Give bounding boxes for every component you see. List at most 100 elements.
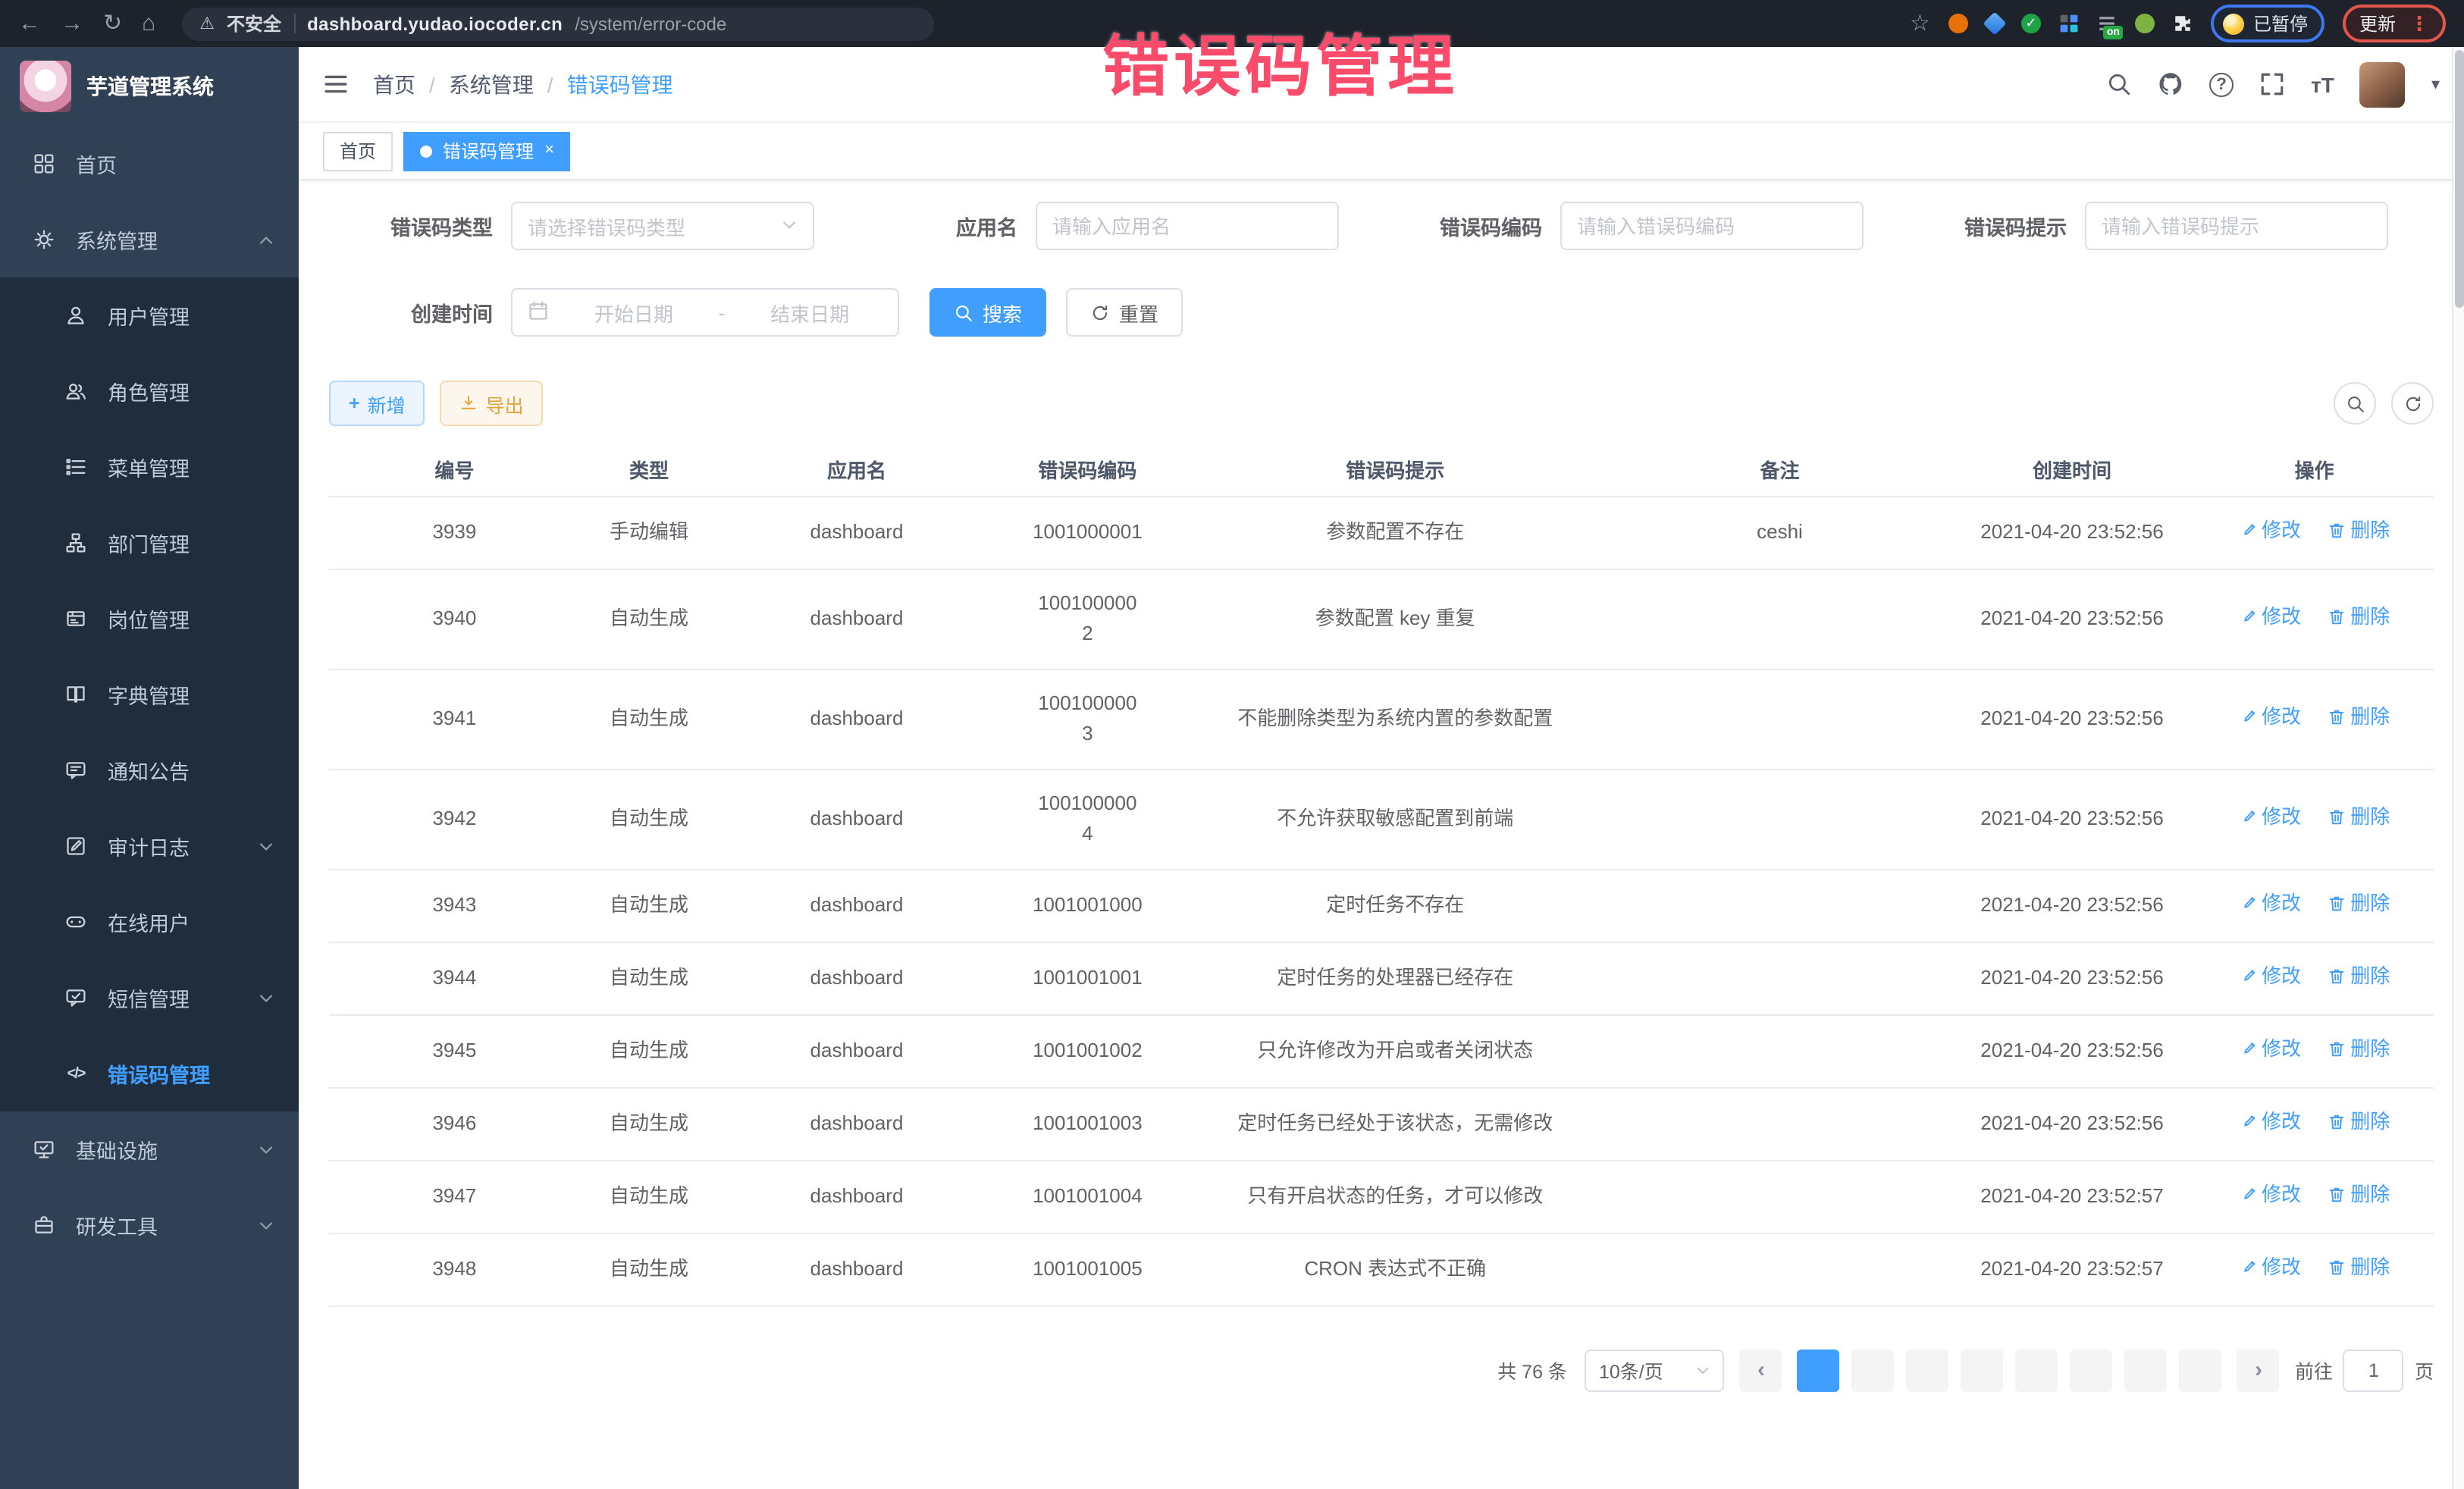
delete-link[interactable]: 删除: [2328, 702, 2390, 732]
goto-page: 前往 页: [2295, 1349, 2434, 1391]
date-range-picker[interactable]: 开始日期 - 结束日期: [511, 288, 899, 337]
export-button[interactable]: 导出: [440, 381, 544, 426]
sidebar-item-infrastructure[interactable]: 基础设施: [0, 1111, 299, 1187]
ext-check-icon: ✓: [2021, 14, 2041, 33]
page-button-more[interactable]: [2125, 1349, 2168, 1391]
col-actions: 操作: [2195, 444, 2434, 496]
browser-back-icon[interactable]: ←: [18, 12, 41, 35]
prev-page-button[interactable]: ‹: [1740, 1349, 1782, 1391]
error-code-type-select[interactable]: 请选择错误码类型: [511, 202, 814, 250]
page-button-4[interactable]: [1961, 1349, 2004, 1391]
sidebar-item-dev-tools[interactable]: 研发工具: [0, 1187, 299, 1263]
github-icon[interactable]: [2158, 71, 2183, 97]
browser-forward-icon[interactable]: →: [61, 12, 83, 35]
browser-menu-icon[interactable]: ⋮: [2409, 11, 2429, 36]
search-icon[interactable]: [2106, 71, 2132, 97]
delete-link[interactable]: 删除: [2328, 889, 2390, 919]
edit-link[interactable]: 修改: [2239, 802, 2301, 832]
help-icon[interactable]: ?: [2209, 72, 2234, 96]
page-button-8[interactable]: [2180, 1349, 2222, 1391]
sidebar-toggle-icon[interactable]: [323, 71, 349, 97]
page-button-3[interactable]: [1907, 1349, 1949, 1391]
page-button-2[interactable]: [1852, 1349, 1895, 1391]
page-button-5[interactable]: [2016, 1349, 2058, 1391]
pencil-icon: [2239, 808, 2257, 826]
delete-link[interactable]: 删除: [2328, 1252, 2390, 1283]
edit-link[interactable]: 修改: [2239, 1107, 2301, 1137]
user-avatar[interactable]: [2360, 61, 2406, 107]
edit-link[interactable]: 修改: [2239, 961, 2301, 992]
next-page-button[interactable]: ›: [2237, 1349, 2280, 1391]
delete-link[interactable]: 删除: [2328, 516, 2390, 546]
sidebar-item-menu-management[interactable]: 菜单管理: [0, 429, 299, 505]
browser-home-icon[interactable]: ⌂: [142, 12, 155, 35]
extension-icon-gem[interactable]: [1986, 15, 2003, 32]
page-scrollbar[interactable]: [2452, 47, 2464, 1489]
extension-paused-pill[interactable]: 已暂停: [2211, 5, 2324, 42]
tab-home[interactable]: 首页: [323, 131, 393, 171]
bookmark-star-icon[interactable]: ☆: [1910, 12, 1930, 35]
extension-icon-list-on[interactable]: on: [2097, 14, 2117, 33]
breadcrumb-item-system[interactable]: 系统管理 /: [449, 69, 567, 99]
hide-search-button[interactable]: [2334, 382, 2376, 425]
gear-icon: [32, 229, 56, 250]
sidebar-item-dept-management[interactable]: 部门管理: [0, 505, 299, 581]
edit-link[interactable]: 修改: [2239, 889, 2301, 919]
tab-error-code[interactable]: 错误码管理 ×: [403, 131, 571, 171]
sidebar-item-dict-management[interactable]: 字典管理: [0, 657, 299, 732]
fullscreen-icon[interactable]: [2259, 71, 2285, 97]
sidebar-item-online-users[interactable]: 在线用户: [0, 884, 299, 960]
sidebar-item-user-management[interactable]: 用户管理: [0, 277, 299, 353]
page-button-1[interactable]: [1798, 1349, 1840, 1391]
extension-icon-puzzle[interactable]: [2173, 14, 2193, 33]
refresh-table-button[interactable]: [2391, 382, 2434, 425]
app-name-input[interactable]: [1052, 215, 1322, 237]
sidebar-item-audit-log[interactable]: 审计日志: [0, 808, 299, 884]
page-size-select[interactable]: 10条/页: [1585, 1349, 1725, 1391]
page-button-6[interactable]: [2071, 1349, 2113, 1391]
delete-link[interactable]: 删除: [2328, 602, 2390, 632]
pencil-icon: [2239, 1113, 2257, 1131]
edit-link[interactable]: 修改: [2239, 602, 2301, 632]
error-message-input[interactable]: [2102, 215, 2372, 237]
delete-link[interactable]: 删除: [2328, 1034, 2390, 1064]
breadcrumb-item-error-code[interactable]: 错误码管理: [567, 69, 673, 99]
address-bar[interactable]: ⚠ 不安全 dashboard.yudao.iocoder.cn/system/…: [181, 7, 933, 40]
delete-link[interactable]: 删除: [2328, 1180, 2390, 1210]
extension-icon-orange[interactable]: [1948, 14, 1968, 33]
edit-link[interactable]: 修改: [2239, 702, 2301, 732]
sidebar-item-notice[interactable]: 通知公告: [0, 732, 299, 808]
breadcrumb-item-home[interactable]: 首页 /: [373, 69, 449, 99]
goto-page-input[interactable]: [2343, 1349, 2404, 1391]
tab-close-icon[interactable]: ×: [544, 143, 554, 159]
extension-icon-green-check[interactable]: ✓: [2021, 14, 2041, 33]
browser-reload-icon[interactable]: ↻: [103, 12, 122, 35]
delete-link[interactable]: 删除: [2328, 1107, 2390, 1137]
sidebar-item-error-code-management[interactable]: </> 错误码管理: [0, 1036, 299, 1111]
edit-link[interactable]: 修改: [2239, 516, 2301, 546]
sidebar-item-system-management[interactable]: 系统管理: [0, 202, 299, 277]
filter-label: 错误码编码: [1406, 211, 1542, 241]
chrome-update-button[interactable]: 更新 ⋮: [2343, 5, 2446, 42]
edit-link[interactable]: 修改: [2239, 1034, 2301, 1064]
col-create-time: 创建时间: [1949, 444, 2196, 496]
edit-link[interactable]: 修改: [2239, 1180, 2301, 1210]
sidebar-item-role-management[interactable]: 角色管理: [0, 353, 299, 429]
extension-icon-key[interactable]: [2135, 14, 2155, 33]
font-size-icon[interactable]: тT: [2311, 72, 2334, 96]
reset-button[interactable]: 重置: [1066, 288, 1183, 337]
delete-link[interactable]: 删除: [2328, 802, 2390, 832]
filter-row-2: 创建时间 开始日期 - 结束日期 搜索 重置: [356, 288, 2434, 337]
scrollbar-thumb[interactable]: [2455, 50, 2464, 308]
error-code-input[interactable]: [1577, 215, 1847, 237]
sidebar-item-home[interactable]: 首页: [0, 126, 299, 202]
add-button[interactable]: + 新增: [329, 381, 425, 426]
edit-link[interactable]: 修改: [2239, 1252, 2301, 1283]
extension-icon-grid[interactable]: [2059, 14, 2079, 33]
sidebar-item-sms-management[interactable]: 短信管理: [0, 960, 299, 1036]
sidebar-item-post-management[interactable]: 岗位管理: [0, 581, 299, 657]
avatar-caret-down-icon[interactable]: ▾: [2431, 74, 2440, 94]
delete-link[interactable]: 删除: [2328, 961, 2390, 992]
search-button[interactable]: 搜索: [929, 288, 1046, 337]
sidebar-logo-row[interactable]: 芋道管理系统: [0, 47, 299, 126]
